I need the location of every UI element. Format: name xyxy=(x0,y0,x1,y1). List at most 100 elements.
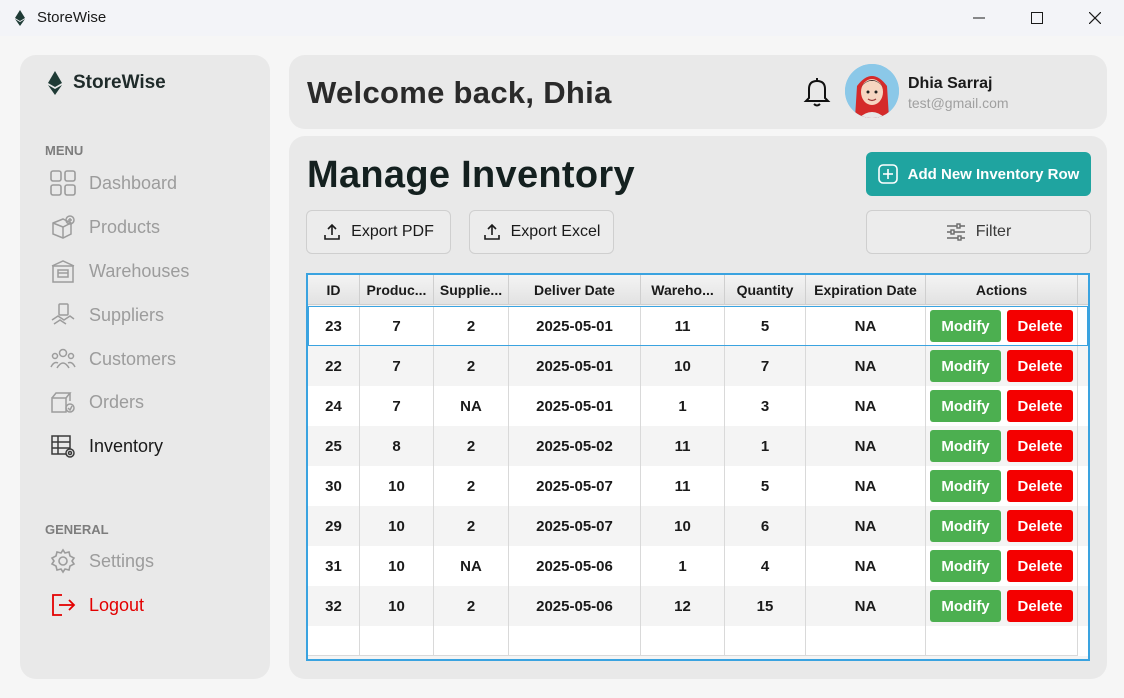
table-row[interactable]: 29 10 2 2025-05-07 10 6 NA Modify Delete xyxy=(308,506,1088,546)
modify-button[interactable]: Modify xyxy=(930,430,1001,462)
cell-actions: Modify Delete xyxy=(926,546,1078,586)
delete-button[interactable]: Delete xyxy=(1007,590,1073,622)
avatar[interactable] xyxy=(845,64,899,118)
column-header-quantity[interactable]: Quantity xyxy=(725,275,806,305)
sidebar-item-dashboard[interactable]: Dashboard xyxy=(49,168,249,198)
add-inventory-row-button[interactable]: Add New Inventory Row xyxy=(866,152,1091,196)
sidebar-item-customers[interactable]: Customers xyxy=(49,344,249,374)
cell-supplier: 2 xyxy=(434,506,509,546)
column-header-expiration-date[interactable]: Expiration Date xyxy=(806,275,926,305)
empty-cell xyxy=(308,626,360,656)
inventory-icon xyxy=(49,432,77,460)
column-header-actions[interactable]: Actions xyxy=(926,275,1078,305)
table-row[interactable]: 22 7 2 2025-05-01 10 7 NA Modify Delete xyxy=(308,346,1088,386)
export-pdf-button[interactable]: Export PDF xyxy=(306,210,451,254)
sidebar-item-suppliers[interactable]: Suppliers xyxy=(49,300,249,330)
table-header: ID Produc... Supplie... Deliver Date Wareho.… xyxy=(308,275,1088,305)
empty-cell xyxy=(641,626,725,656)
cell-id: 24 xyxy=(308,386,360,426)
cell-deliver-date: 2025-05-06 xyxy=(509,586,641,626)
sidebar-item-products[interactable]: Products xyxy=(49,212,249,242)
modify-button[interactable]: Modify xyxy=(930,390,1001,422)
upload-icon xyxy=(483,223,500,240)
cell-supplier: 2 xyxy=(434,426,509,466)
column-header-product[interactable]: Produc... xyxy=(360,275,434,305)
general-section-label: GENERAL xyxy=(45,522,109,537)
cell-deliver-date: 2025-05-01 xyxy=(509,346,641,386)
delete-button[interactable]: Delete xyxy=(1007,430,1073,462)
column-header-deliver-date[interactable]: Deliver Date xyxy=(509,275,641,305)
notification-bell-icon[interactable] xyxy=(803,76,831,113)
filter-button[interactable]: Filter xyxy=(866,210,1091,254)
table-row[interactable]: 31 10 NA 2025-05-06 1 4 NA Modify Delete xyxy=(308,546,1088,586)
cell-expiration-date: NA xyxy=(806,426,926,466)
window-title: StoreWise xyxy=(37,9,107,26)
sidebar-item-orders[interactable]: Orders xyxy=(49,387,249,417)
sidebar-item-logout[interactable]: Logout xyxy=(49,590,249,620)
table-row[interactable]: 30 10 2 2025-05-07 11 5 NA Modify Delete xyxy=(308,466,1088,506)
sidebar-item-label: Products xyxy=(89,216,161,237)
cell-quantity: 15 xyxy=(725,586,806,626)
close-button[interactable] xyxy=(1072,0,1118,36)
inventory-table[interactable]: ID Produc... Supplie... Deliver Date Wareho.… xyxy=(306,273,1090,661)
table-row[interactable]: 23 7 2 2025-05-01 11 5 NA Modify Delete xyxy=(308,306,1088,346)
modify-button[interactable]: Modify xyxy=(930,470,1001,502)
delete-button[interactable]: Delete xyxy=(1007,510,1073,542)
delete-button[interactable]: Delete xyxy=(1007,350,1073,382)
user-name: Dhia Sarraj xyxy=(908,75,993,92)
cell-quantity: 7 xyxy=(725,346,806,386)
warehouses-icon xyxy=(49,257,77,285)
cell-deliver-date: 2025-05-02 xyxy=(509,426,641,466)
cell-warehouse: 12 xyxy=(641,586,725,626)
cell-product: 7 xyxy=(360,386,434,426)
table-body: 23 7 2 2025-05-01 11 5 NA Modify Delete 22 7 2 2025-… xyxy=(308,306,1088,656)
minimize-button[interactable] xyxy=(956,0,1002,36)
sidebar-item-settings[interactable]: Settings xyxy=(49,546,249,576)
table-row[interactable]: 24 7 NA 2025-05-01 1 3 NA Modify Delete xyxy=(308,386,1088,426)
modify-button[interactable]: Modify xyxy=(930,510,1001,542)
cell-deliver-date: 2025-05-07 xyxy=(509,506,641,546)
brand: StoreWise xyxy=(47,71,166,95)
modify-button[interactable]: Modify xyxy=(930,350,1001,382)
cell-warehouse: 11 xyxy=(641,466,725,506)
column-header-supplier[interactable]: Supplie... xyxy=(434,275,509,305)
sidebar-item-warehouses[interactable]: Warehouses xyxy=(49,256,249,286)
user-email: test@gmail.com xyxy=(908,95,1009,111)
cell-actions: Modify Delete xyxy=(926,306,1078,346)
main-panel: Manage Inventory Add New Inventory Row E… xyxy=(289,136,1107,679)
maximize-button[interactable] xyxy=(1014,0,1060,36)
modify-button[interactable]: Modify xyxy=(930,310,1001,342)
cell-product: 10 xyxy=(360,466,434,506)
sidebar-item-label: Orders xyxy=(89,391,145,412)
table-row[interactable]: 25 8 2 2025-05-02 11 1 NA Modify Delete xyxy=(308,426,1088,466)
cell-deliver-date: 2025-05-06 xyxy=(509,546,641,586)
page-title: Manage Inventory xyxy=(307,154,635,196)
delete-button[interactable]: Delete xyxy=(1007,390,1073,422)
cell-warehouse: 10 xyxy=(641,506,725,546)
settings-icon xyxy=(49,547,77,575)
sliders-icon xyxy=(946,223,965,241)
brand-logo-icon xyxy=(48,71,62,95)
column-header-id[interactable]: ID xyxy=(308,275,360,305)
modify-button[interactable]: Modify xyxy=(930,550,1001,582)
cell-warehouse: 11 xyxy=(641,426,725,466)
customers-icon xyxy=(49,345,77,373)
delete-button[interactable]: Delete xyxy=(1007,550,1073,582)
dashboard-icon xyxy=(49,169,77,197)
cell-id: 22 xyxy=(308,346,360,386)
table-row[interactable]: 32 10 2 2025-05-06 12 15 NA Modify Delete xyxy=(308,586,1088,626)
export-excel-button[interactable]: Export Excel xyxy=(469,210,614,254)
products-icon xyxy=(49,213,77,241)
maximize-icon xyxy=(1031,12,1043,24)
modify-button[interactable]: Modify xyxy=(930,590,1001,622)
delete-button[interactable]: Delete xyxy=(1007,310,1073,342)
cell-expiration-date: NA xyxy=(806,466,926,506)
cell-expiration-date: NA xyxy=(806,306,926,346)
cell-quantity: 5 xyxy=(725,306,806,346)
column-header-warehouse[interactable]: Wareho... xyxy=(641,275,725,305)
sidebar-item-label: Warehouses xyxy=(89,260,190,281)
cell-actions: Modify Delete xyxy=(926,466,1078,506)
delete-button[interactable]: Delete xyxy=(1007,470,1073,502)
cell-product: 8 xyxy=(360,426,434,466)
sidebar-item-inventory[interactable]: Inventory xyxy=(49,431,249,461)
